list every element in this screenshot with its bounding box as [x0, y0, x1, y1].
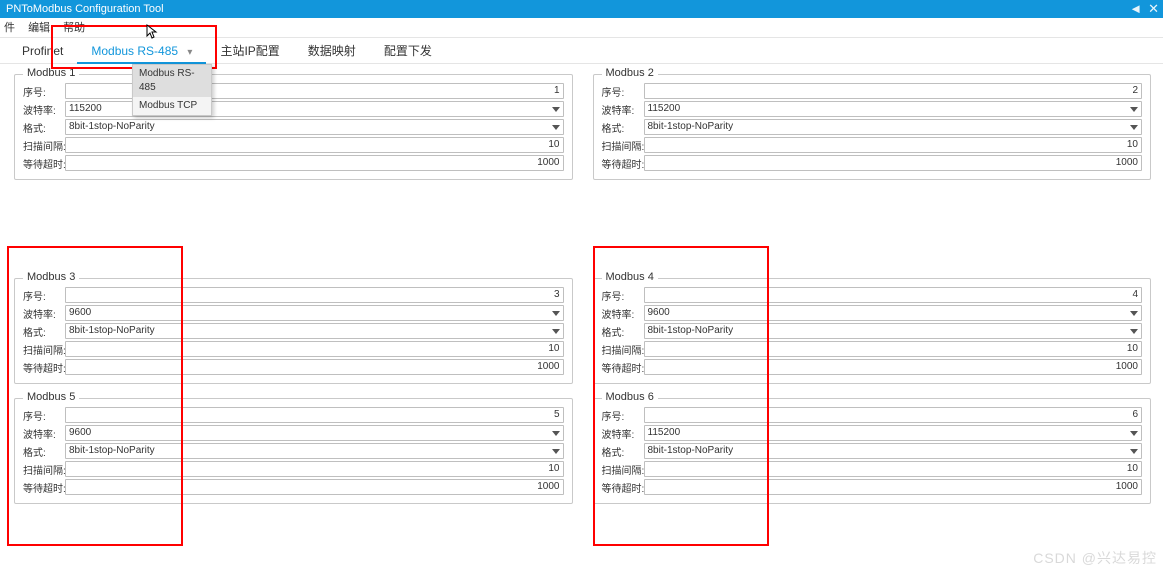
- label-seq: 序号:: [602, 408, 640, 423]
- label-baud: 波特率:: [602, 102, 640, 117]
- group-modbus-4: Modbus 4 序号: 4 波特率: 9600 格式: 8bit-1stop-…: [593, 278, 1152, 384]
- tab-profinet[interactable]: Profinet: [8, 38, 77, 64]
- baud-select[interactable]: 115200: [644, 425, 1143, 441]
- label-baud: 波特率:: [602, 306, 640, 321]
- gear-icon[interactable]: ✕: [1148, 0, 1159, 18]
- format-select[interactable]: 8bit-1stop-NoParity: [644, 323, 1143, 339]
- format-select[interactable]: 8bit-1stop-NoParity: [644, 119, 1143, 135]
- seq-input[interactable]: 3: [65, 287, 564, 303]
- dropdown-item-rs485[interactable]: Modbus RS-485: [133, 65, 211, 97]
- dropdown-item-tcp[interactable]: Modbus TCP: [133, 97, 211, 115]
- format-select[interactable]: 8bit-1stop-NoParity: [65, 119, 564, 135]
- group-modbus-5: Modbus 5 序号: 5 波特率: 9600 格式: 8bit-1stop-…: [14, 398, 573, 504]
- scan-input[interactable]: 10: [65, 341, 564, 357]
- label-scan: 扫描间隔:: [23, 462, 61, 477]
- group-modbus-3: Modbus 3 序号: 3 波特率: 9600 格式: 8bit-1stop-…: [14, 278, 573, 384]
- scan-input[interactable]: 10: [644, 137, 1143, 153]
- label-baud: 波特率:: [602, 426, 640, 441]
- scan-input[interactable]: 10: [644, 461, 1143, 477]
- wait-input[interactable]: 1000: [65, 359, 564, 375]
- label-baud: 波特率:: [23, 306, 61, 321]
- group-title: Modbus 2: [602, 67, 658, 79]
- group-modbus-2: Modbus 2 序号: 2 波特率: 115200 格式: 8bit-1sto…: [593, 74, 1152, 180]
- wait-input[interactable]: 1000: [644, 479, 1143, 495]
- label-format: 格式:: [23, 120, 61, 135]
- group-title: Modbus 4: [602, 271, 658, 283]
- tab-label: Modbus RS-485: [91, 44, 178, 58]
- menu-help[interactable]: 帮助: [63, 22, 85, 34]
- tab-master-ip[interactable]: 主站IP配置: [206, 38, 293, 64]
- tab-data-mapping[interactable]: 数据映射: [294, 38, 370, 64]
- spacer: [14, 194, 1151, 264]
- label-wait: 等待超时:: [602, 360, 640, 375]
- scan-input[interactable]: 10: [65, 461, 564, 477]
- label-format: 格式:: [23, 324, 61, 339]
- titlebar-right: ◄ ✕: [1129, 0, 1159, 18]
- wait-input[interactable]: 1000: [65, 155, 564, 171]
- label-baud: 波特率:: [23, 102, 61, 117]
- label-wait: 等待超时:: [23, 156, 61, 171]
- label-format: 格式:: [602, 120, 640, 135]
- label-wait: 等待超时:: [23, 480, 61, 495]
- menu-bar: 件 编辑 帮助: [0, 18, 1163, 38]
- tab-strip: Profinet Modbus RS-485 ▾ 主站IP配置 数据映射 配置下…: [0, 38, 1163, 64]
- watermark: CSDN @兴达易控: [1033, 548, 1157, 568]
- work-area: Modbus 1 序号: 1 波特率: 115200 格式: 8bit-1sto…: [0, 64, 1163, 508]
- group-title: Modbus 3: [23, 271, 79, 283]
- group-modbus-1: Modbus 1 序号: 1 波特率: 115200 格式: 8bit-1sto…: [14, 74, 573, 180]
- tab-modbus-rs485[interactable]: Modbus RS-485 ▾: [77, 38, 206, 64]
- wait-input[interactable]: 1000: [644, 155, 1143, 171]
- seq-input[interactable]: 2: [644, 83, 1143, 99]
- label-wait: 等待超时:: [23, 360, 61, 375]
- tab-label: 主站IP配置: [220, 44, 279, 58]
- group-modbus-6: Modbus 6 序号: 6 波特率: 115200 格式: 8bit-1sto…: [593, 398, 1152, 504]
- label-seq: 序号:: [23, 408, 61, 423]
- label-scan: 扫描间隔:: [602, 342, 640, 357]
- seq-input[interactable]: 5: [65, 407, 564, 423]
- tab-label: Profinet: [22, 44, 63, 58]
- pin-icon[interactable]: ◄: [1129, 0, 1142, 18]
- label-baud: 波特率:: [23, 426, 61, 441]
- scan-input[interactable]: 10: [65, 137, 564, 153]
- scan-input[interactable]: 10: [644, 341, 1143, 357]
- group-title: Modbus 6: [602, 391, 658, 403]
- baud-select[interactable]: 9600: [644, 305, 1143, 321]
- seq-input[interactable]: 4: [644, 287, 1143, 303]
- format-select[interactable]: 8bit-1stop-NoParity: [644, 443, 1143, 459]
- baud-select[interactable]: 115200: [644, 101, 1143, 117]
- wait-input[interactable]: 1000: [644, 359, 1143, 375]
- seq-input[interactable]: 6: [644, 407, 1143, 423]
- label-seq: 序号:: [23, 84, 61, 99]
- label-scan: 扫描间隔:: [602, 138, 640, 153]
- label-scan: 扫描间隔:: [602, 462, 640, 477]
- label-wait: 等待超时:: [602, 480, 640, 495]
- format-select[interactable]: 8bit-1stop-NoParity: [65, 443, 564, 459]
- baud-select[interactable]: 9600: [65, 425, 564, 441]
- menu-edit[interactable]: 编辑: [28, 22, 50, 34]
- label-seq: 序号:: [602, 288, 640, 303]
- label-format: 格式:: [602, 324, 640, 339]
- group-title: Modbus 5: [23, 391, 79, 403]
- group-title: Modbus 1: [23, 67, 79, 79]
- close-icon[interactable]: ▾: [187, 47, 192, 58]
- label-scan: 扫描间隔:: [23, 342, 61, 357]
- wait-input[interactable]: 1000: [65, 479, 564, 495]
- tab-config-deploy[interactable]: 配置下发: [370, 38, 446, 64]
- label-format: 格式:: [602, 444, 640, 459]
- format-select[interactable]: 8bit-1stop-NoParity: [65, 323, 564, 339]
- baud-select[interactable]: 9600: [65, 305, 564, 321]
- app-title: PNToModbus Configuration Tool: [6, 3, 164, 15]
- label-seq: 序号:: [602, 84, 640, 99]
- menu-file[interactable]: 件: [4, 22, 15, 34]
- label-seq: 序号:: [23, 288, 61, 303]
- label-scan: 扫描间隔:: [23, 138, 61, 153]
- tab-label: 配置下发: [384, 44, 432, 58]
- tab-dropdown[interactable]: Modbus RS-485 Modbus TCP: [132, 64, 212, 116]
- label-wait: 等待超时:: [602, 156, 640, 171]
- label-format: 格式:: [23, 444, 61, 459]
- title-bar: PNToModbus Configuration Tool ◄ ✕: [0, 0, 1163, 18]
- tab-label: 数据映射: [308, 44, 356, 58]
